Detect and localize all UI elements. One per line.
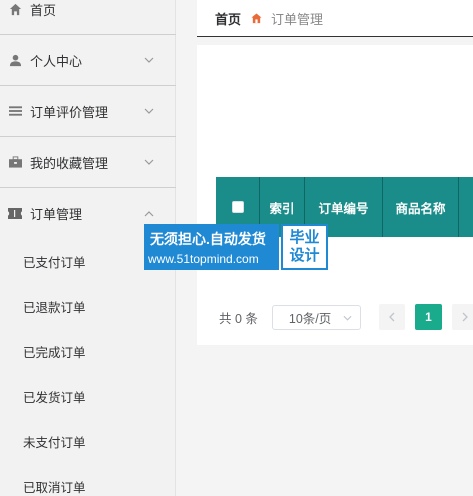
list-icon xyxy=(8,104,22,118)
breadcrumb-current: 订单管理 xyxy=(271,11,324,27)
chevron-up-icon xyxy=(144,209,154,219)
briefcase-icon xyxy=(8,155,22,169)
home-icon xyxy=(8,2,22,16)
sidebar-item-label: 订单评价管理 xyxy=(30,104,109,120)
page-size-value: 10条/页 xyxy=(288,311,332,326)
column-header-goods-name[interactable]: 商品名称 xyxy=(383,177,459,237)
ticket-icon xyxy=(8,207,22,221)
chevron-down-icon xyxy=(144,55,154,65)
sidebar-item-label: 首页 xyxy=(30,2,57,18)
page-number-button[interactable]: 1 xyxy=(415,304,442,330)
column-header-more xyxy=(459,177,473,237)
submenu-item-refunded-orders[interactable]: 已退款订单 xyxy=(0,284,176,329)
submenu-item-unpaid-orders[interactable]: 未支付订单 xyxy=(0,419,176,464)
chevron-down-icon xyxy=(144,106,154,116)
submenu-item-cancelled-orders[interactable]: 已取消订单 xyxy=(0,464,176,496)
sidebar-item-home[interactable]: 首页 xyxy=(0,0,176,35)
house-separator-icon xyxy=(251,12,262,24)
chevron-down-icon xyxy=(144,157,154,167)
pagination: 共 0 条 10条/页 1 xyxy=(219,304,473,330)
watermark-badge-line2: 设计 xyxy=(289,247,320,264)
page-size-select[interactable]: 10条/页 xyxy=(271,304,361,330)
watermark-url: www.51topmind.com xyxy=(148,252,259,266)
breadcrumb: 首页 订单管理 xyxy=(197,0,473,37)
sidebar-item-label: 个人中心 xyxy=(30,53,83,69)
select-all-checkbox[interactable] xyxy=(231,201,244,213)
sidebar-item-order-reviews[interactable]: 订单评价管理 xyxy=(0,86,176,137)
sidebar-item-profile[interactable]: 个人中心 xyxy=(0,35,176,86)
breadcrumb-home[interactable]: 首页 xyxy=(215,9,241,28)
watermark-badge: 毕业 设计 xyxy=(281,224,328,270)
watermark: 无须担心.自动发货 www.51topmind.com 毕业 设计 xyxy=(144,224,328,270)
chevron-down-icon xyxy=(343,310,352,324)
next-page-button[interactable] xyxy=(452,304,473,330)
order-table-card: 索引 订单编号 商品名称 共 0 条 10条/页 1 xyxy=(197,45,473,345)
watermark-slogan: 无须担心.自动发货 xyxy=(150,231,266,247)
submenu-item-completed-orders[interactable]: 已完成订单 xyxy=(0,329,176,374)
submenu-item-shipped-orders[interactable]: 已发货订单 xyxy=(0,374,176,419)
total-count: 共 0 条 xyxy=(219,311,258,326)
prev-page-button[interactable] xyxy=(379,304,405,330)
user-icon xyxy=(8,53,22,67)
watermark-badge-line1: 毕业 xyxy=(289,229,320,246)
sidebar-item-label: 订单管理 xyxy=(30,207,83,222)
chevron-right-icon xyxy=(462,312,468,322)
sidebar-item-label: 我的收藏管理 xyxy=(30,155,109,171)
sidebar-item-favorites[interactable]: 我的收藏管理 xyxy=(0,137,176,188)
chevron-left-icon xyxy=(389,312,395,322)
watermark-banner: 无须担心.自动发货 www.51topmind.com xyxy=(144,224,279,270)
